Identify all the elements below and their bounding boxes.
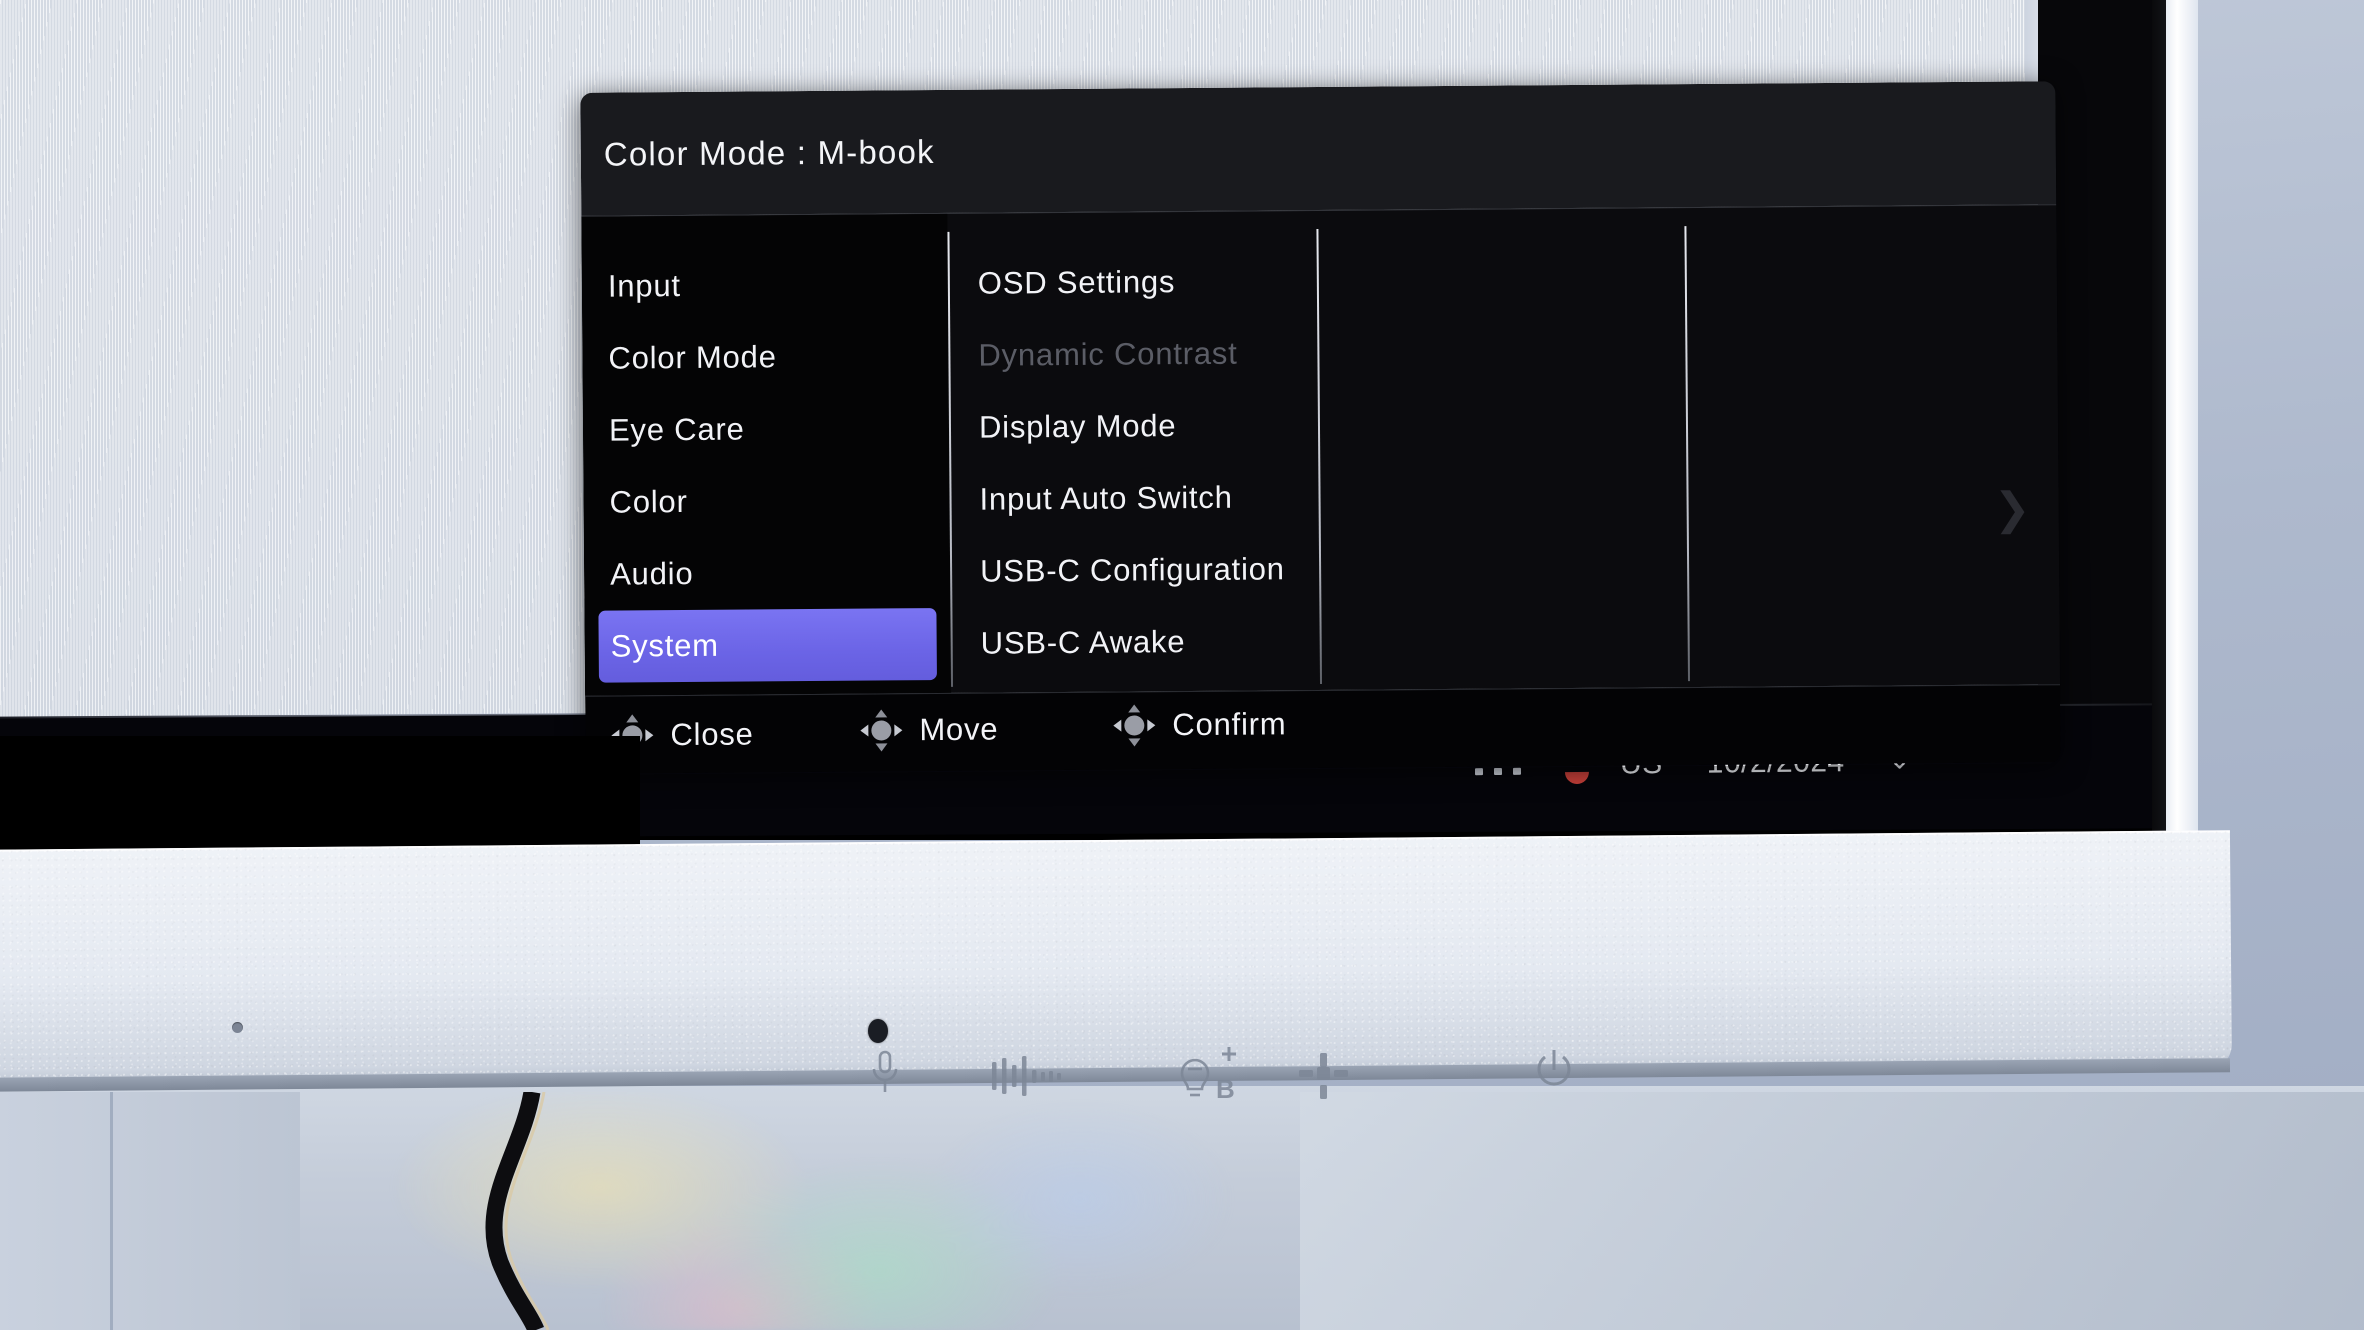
menu-label: Input [607, 268, 681, 304]
brightness-bulb-icon[interactable]: B [1176, 1046, 1246, 1104]
footer-label: Close [670, 716, 754, 753]
monitor-screen: US 10/2/2024 ⌄ Color Mode : M-book Input [0, 0, 2152, 840]
osd-submenu-item-osd-settings[interactable]: OSD Settings [962, 245, 1301, 320]
menu-label: Color [609, 483, 688, 520]
osd-system-submenu-column: OSD Settings Dynamic Contrast Display Mo… [947, 211, 1317, 693]
osd-menu-item-audio[interactable]: Audio [598, 536, 937, 611]
screenshot-root: US 10/2/2024 ⌄ Color Mode : M-book Input [0, 0, 2364, 1330]
osd-title-text: Color Mode : M-book [603, 132, 935, 173]
joystick-icon [860, 709, 903, 752]
menu-label: Color Mode [608, 339, 777, 376]
monitor-right-bezel [2166, 0, 2198, 850]
menu-label: Audio [609, 555, 694, 592]
osd-body: Input Color Mode Eye Care Color Audio Sy… [581, 204, 2061, 696]
menu-label: Dynamic Contrast [978, 335, 1238, 373]
bezel-icon-row: B [820, 1036, 1640, 1106]
audio-waveform-icon[interactable] [990, 1056, 1076, 1096]
osd-submenu-item-input-auto-switch[interactable]: Input Auto Switch [963, 461, 1302, 536]
desk-right-area [1300, 1092, 2364, 1330]
dpad-navigation-icon[interactable] [1298, 1052, 1350, 1100]
menu-label: USB-C Awake [980, 624, 1186, 661]
osd-menu-item-color-mode[interactable]: Color Mode [596, 320, 935, 395]
joystick-icon [1113, 704, 1156, 747]
osd-submenu-item-usb-c-awake[interactable]: USB-C Awake [964, 605, 1303, 680]
osd-footer-confirm[interactable]: Confirm [1113, 703, 1287, 747]
osd-title-bar: Color Mode : M-book [580, 81, 2057, 216]
osd-menu-item-color[interactable]: Color [597, 464, 936, 539]
menu-label: Eye Care [608, 411, 745, 448]
footer-label: Confirm [1172, 706, 1287, 743]
menu-label: Input Auto Switch [979, 479, 1233, 517]
chevron-right-icon[interactable]: ❯ [1994, 484, 2031, 533]
osd-dialog: Color Mode : M-book Input Color Mode Eye… [580, 81, 2061, 775]
footer-label: Move [919, 711, 999, 748]
desk-left-panel [0, 1092, 300, 1330]
menu-label: System [610, 627, 719, 664]
osd-submenu-item-dynamic-contrast: Dynamic Contrast [962, 317, 1301, 392]
microphone-icon[interactable] [868, 1050, 902, 1098]
menu-label: USB-C Configuration [979, 551, 1285, 589]
osd-footer: Close Move Confirm [585, 684, 2061, 774]
bezel-pinhole [232, 1022, 243, 1033]
menu-label: Display Mode [978, 408, 1177, 445]
osd-menu-item-eye-care[interactable]: Eye Care [597, 392, 936, 467]
osd-submenu-item-usb-c-configuration[interactable]: USB-C Configuration [964, 533, 1303, 608]
osd-detail-column-4: ❯ [1681, 205, 2058, 687]
osd-menu-item-system[interactable]: System [598, 608, 937, 683]
menu-label: OSD Settings [977, 264, 1176, 301]
osd-menu-item-input[interactable]: Input [596, 248, 935, 323]
osd-detail-column-3 [1313, 208, 1685, 690]
osd-footer-move[interactable]: Move [860, 709, 999, 752]
power-icon[interactable] [1530, 1048, 1578, 1098]
desk-iridescent-reflection [300, 1092, 1300, 1330]
desk-panel-seam [110, 1092, 113, 1330]
osd-submenu-item-display-mode[interactable]: Display Mode [963, 389, 1302, 464]
power-cable [470, 1092, 590, 1330]
tray-overflow-dots[interactable] [1474, 767, 1522, 776]
svg-text:B: B [1216, 1074, 1235, 1104]
osd-main-menu-column: Input Color Mode Eye Care Color Audio Sy… [581, 213, 952, 696]
